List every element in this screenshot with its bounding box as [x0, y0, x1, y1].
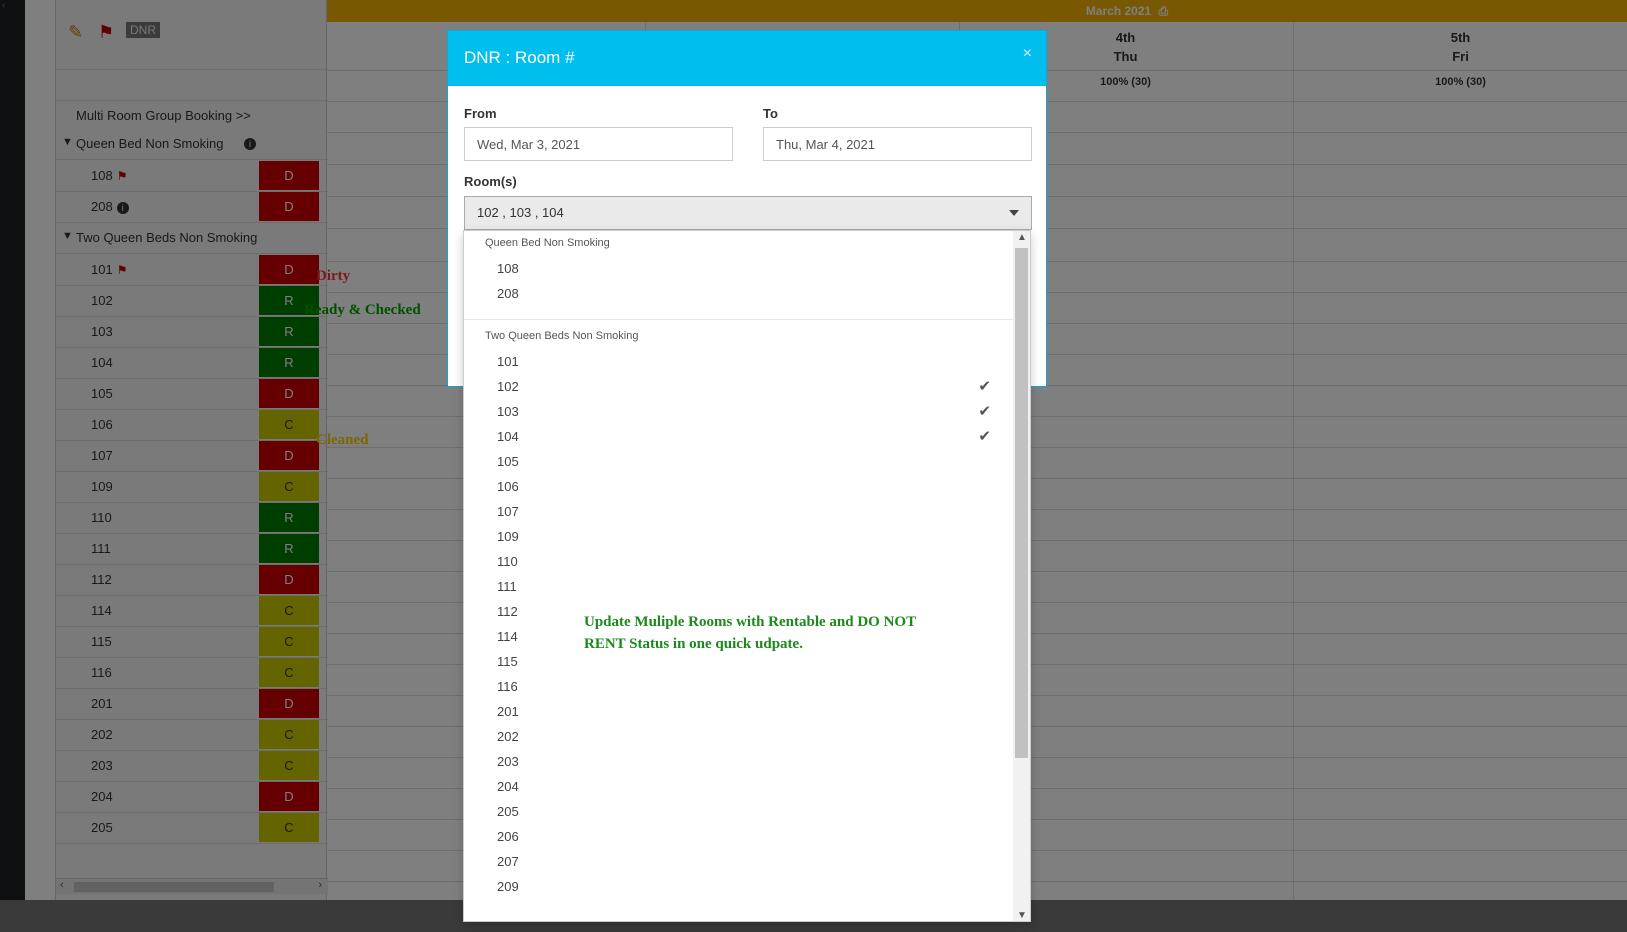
dropdown-divider [464, 319, 1015, 320]
room-option[interactable]: 107 [464, 499, 1015, 525]
room-option[interactable]: 208 [464, 281, 1015, 307]
room-option[interactable]: 209 [464, 874, 1015, 900]
dropdown-group-label: Two Queen Beds Non Smoking [485, 330, 639, 342]
room-option[interactable]: 205 [464, 799, 1015, 825]
room-option[interactable]: 116 [464, 674, 1015, 700]
dropdown-scrollbar[interactable]: ▲ ▼ [1013, 231, 1030, 921]
room-option[interactable]: 109 [464, 524, 1015, 550]
check-icon: ✔ [978, 403, 991, 420]
to-label: To [763, 106, 778, 121]
room-option[interactable]: 103 ✔ [464, 399, 1015, 425]
room-option[interactable]: 105 [464, 449, 1015, 475]
room-option[interactable]: 106 [464, 474, 1015, 500]
room-option[interactable]: 110 [464, 549, 1015, 575]
promo-text: Update Muliple Rooms with Rentable and D… [584, 614, 916, 652]
room-option[interactable]: 207 [464, 849, 1015, 875]
modal-header: DNR : Room # × [448, 31, 1046, 86]
room-option[interactable]: 206 [464, 824, 1015, 850]
rooms-dropdown: Queen Bed Non Smoking 108 208 Two Queen Bed… [463, 230, 1031, 922]
room-option-number: 103 [497, 404, 519, 419]
scroll-up-icon[interactable]: ▲ [1017, 232, 1027, 243]
room-option-number: 204 [497, 779, 519, 794]
to-date-input[interactable] [763, 127, 1032, 161]
room-option-number: 208 [497, 286, 519, 301]
rooms-option-list: Queen Bed Non Smoking 108 208 Two Queen Bed… [464, 231, 1015, 921]
scroll-thumb[interactable] [1015, 248, 1028, 758]
room-option-number: 115 [497, 654, 518, 669]
room-option-number: 209 [497, 879, 519, 894]
room-option[interactable]: 201 [464, 699, 1015, 725]
room-option-number: 108 [497, 261, 519, 276]
room-option-number: 116 [497, 679, 518, 694]
room-option-number: 105 [497, 454, 519, 469]
check-icon: ✔ [978, 428, 991, 445]
room-option[interactable]: 108 [464, 256, 1015, 282]
room-option[interactable]: 101 [464, 349, 1015, 375]
room-option[interactable]: 102 ✔ [464, 374, 1015, 400]
room-option-number: 203 [497, 754, 519, 769]
room-option-number: 112 [497, 604, 518, 619]
room-option-number: 102 [497, 379, 519, 394]
rooms-selected-value: 102 , 103 , 104 [477, 205, 564, 220]
room-option-number: 101 [497, 354, 519, 369]
room-option[interactable]: 204 [464, 774, 1015, 800]
room-option-number: 206 [497, 829, 519, 844]
room-option-number: 107 [497, 504, 519, 519]
room-option-number: 114 [497, 629, 518, 644]
dropdown-group-label: Queen Bed Non Smoking [485, 237, 610, 249]
rooms-select[interactable]: 102 , 103 , 104 [464, 196, 1032, 230]
room-option-number: 109 [497, 529, 519, 544]
room-option-number: 111 [497, 579, 517, 594]
room-option[interactable]: 202 [464, 724, 1015, 750]
close-icon[interactable]: × [1023, 45, 1032, 63]
from-date-input[interactable] [464, 127, 733, 161]
modal-title: DNR : Room # [464, 48, 575, 67]
scroll-down-icon[interactable]: ▼ [1017, 910, 1027, 921]
rooms-label: Room(s) [464, 174, 517, 189]
from-label: From [464, 106, 497, 121]
room-option-number: 202 [497, 729, 519, 744]
room-option[interactable]: 104 ✔ [464, 424, 1015, 450]
room-option-number: 205 [497, 804, 519, 819]
room-option-number: 110 [497, 554, 518, 569]
chevron-down-icon[interactable] [1009, 210, 1019, 216]
room-option[interactable]: 203 [464, 749, 1015, 775]
room-option-number: 106 [497, 479, 519, 494]
room-option-number: 201 [497, 704, 519, 719]
room-option-number: 104 [497, 429, 519, 444]
room-option-number: 207 [497, 854, 519, 869]
check-icon: ✔ [978, 378, 991, 395]
room-option[interactable]: 111 [464, 574, 1015, 600]
